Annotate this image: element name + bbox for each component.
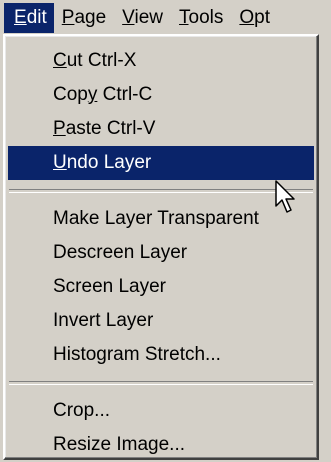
menu-item-mnemonic: P bbox=[53, 118, 66, 139]
menu-item-histogram-stretch[interactable]: Histogram Stretch... bbox=[8, 338, 314, 372]
menu-item-copy[interactable]: Copy Ctrl-C bbox=[8, 78, 314, 112]
menu-item-mnemonic: y bbox=[87, 84, 98, 105]
menu-edit-label: dit bbox=[26, 7, 47, 28]
menu-view-label: iew bbox=[134, 7, 164, 28]
menu-item-crop[interactable]: Crop... bbox=[8, 394, 314, 428]
menu-tools[interactable]: Tools bbox=[171, 3, 231, 33]
arrow-pointer-icon bbox=[275, 180, 295, 213]
menu-tools-label: ools bbox=[188, 7, 224, 28]
menu-item-undo-layer[interactable]: Undo Layer bbox=[8, 146, 314, 180]
menu-item-text: Ctrl-C bbox=[97, 84, 153, 105]
menu-view-mnemonic: V bbox=[122, 7, 135, 28]
menu-item-text: Cop bbox=[53, 84, 88, 105]
menu-view[interactable]: View bbox=[114, 3, 171, 33]
menu-item-text: ndo Layer bbox=[66, 152, 152, 173]
menu-item-mnemonic: C bbox=[53, 50, 67, 71]
menu-item-cut[interactable]: Cut Ctrl-X bbox=[8, 44, 314, 78]
menu-item-invert-layer[interactable]: Invert Layer bbox=[8, 304, 314, 338]
menu-edit-mnemonic: E bbox=[14, 7, 27, 28]
menu-item-screen-layer[interactable]: Screen Layer bbox=[8, 270, 314, 304]
menu-page-label: age bbox=[74, 7, 107, 28]
menu-options-label: pt bbox=[254, 7, 271, 28]
menu-item-text: aste Ctrl-V bbox=[65, 118, 156, 139]
menu-item-resize-image[interactable]: Resize Image... bbox=[8, 428, 314, 462]
menu-edit[interactable]: Edit bbox=[4, 3, 54, 33]
menu-options[interactable]: Opt bbox=[231, 3, 278, 33]
menu-item-descreen-layer[interactable]: Descreen Layer bbox=[8, 236, 314, 270]
menu-separator bbox=[9, 189, 313, 193]
edit-dropdown-menu: Cut Ctrl-X Copy Ctrl-C Paste Ctrl-V Undo… bbox=[3, 34, 319, 460]
menu-item-mnemonic: U bbox=[53, 152, 67, 173]
menu-item-paste[interactable]: Paste Ctrl-V bbox=[8, 112, 314, 146]
menu-options-mnemonic: O bbox=[239, 7, 255, 28]
menu-page[interactable]: Page bbox=[54, 3, 114, 33]
menu-page-mnemonic: P bbox=[61, 7, 75, 28]
menu-item-text: ut Ctrl-X bbox=[66, 50, 137, 71]
menu-separator bbox=[9, 381, 313, 385]
menu-tools-mnemonic: T bbox=[179, 7, 189, 28]
menu-bar: Edit Page View Tools Opt bbox=[0, 0, 331, 36]
menu-item-make-layer-transparent[interactable]: Make Layer Transparent bbox=[8, 202, 314, 236]
